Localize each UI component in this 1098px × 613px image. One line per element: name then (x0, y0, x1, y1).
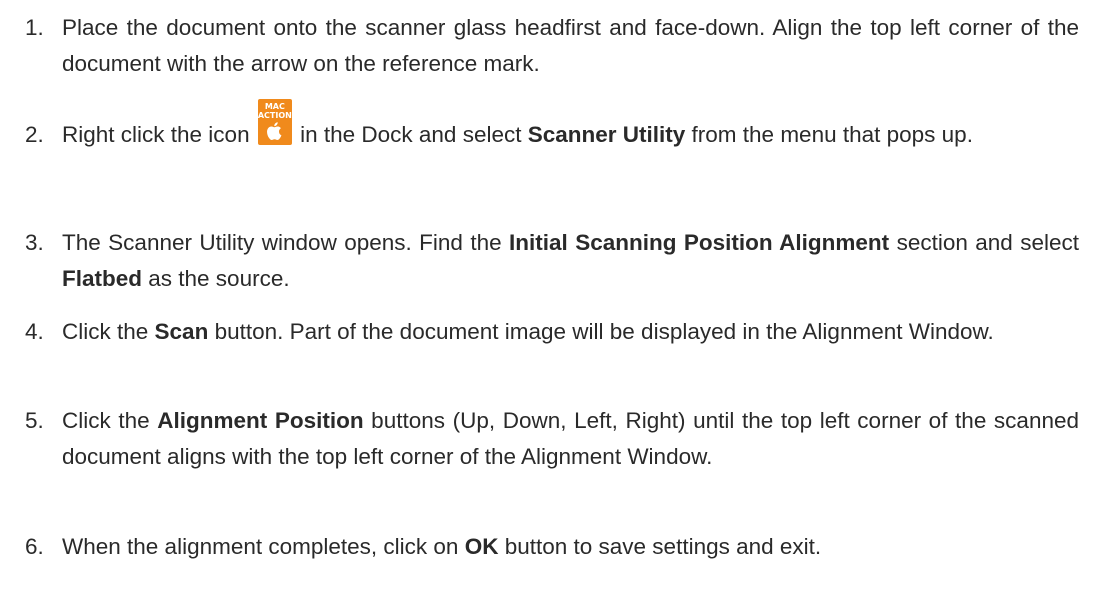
step-number: 1. (25, 15, 44, 40)
step-number: 2. (25, 122, 44, 147)
step-text-segment: in the Dock and select (293, 122, 528, 147)
bold-term: Alignment Position (157, 408, 364, 433)
instruction-list: 1. Place the document onto the scanner gl… (0, 0, 1098, 613)
step-text-segment: Click the (62, 408, 158, 433)
icon-label-line2: ACTION (257, 111, 292, 120)
mac-action-icon: MAC ACTION (257, 99, 292, 153)
step-number: 4. (25, 319, 44, 344)
bold-term: OK (464, 534, 499, 559)
step-number: 5. (25, 408, 44, 433)
bold-term: Scanner Utility (527, 122, 686, 147)
step-text: The Scanner Utility window opens. Find t… (62, 225, 1079, 297)
step-text-segment: button. Part of the document image will … (208, 319, 994, 344)
bold-term: Scan (154, 319, 209, 344)
step-text-segment: from the menu that pops up. (685, 122, 973, 147)
icon-label-line1: MAC (264, 102, 285, 111)
step-text: Right click the icon MAC ACTION in the Do… (62, 99, 1079, 153)
step-text-segment: section and select (889, 230, 1079, 255)
step-text-segment: Right click the icon (62, 122, 256, 147)
step-text: Click the Scan button. Part of the docum… (62, 314, 1079, 350)
step-text: Place the document onto the scanner glas… (62, 10, 1079, 82)
step-number: 6. (25, 534, 44, 559)
step-text-segment: button to save settings and exit. (498, 534, 822, 559)
step-text: Click the Alignment Position buttons (Up… (62, 403, 1079, 475)
step-text-segment: as the source. (142, 266, 290, 291)
step-text-segment: Place the document onto the scanner glas… (62, 15, 1079, 76)
bold-term: Flatbed (62, 266, 143, 291)
bold-term: Initial Scanning Position Alignment (509, 230, 890, 255)
step-text-segment: The Scanner Utility window opens. Find t… (62, 230, 510, 255)
apple-icon (266, 122, 282, 141)
step-text: When the alignment completes, click on O… (62, 529, 1079, 565)
step-text-segment: Click the (62, 319, 155, 344)
step-text-segment: When the alignment completes, click on (62, 534, 465, 559)
step-number: 3. (25, 230, 44, 255)
